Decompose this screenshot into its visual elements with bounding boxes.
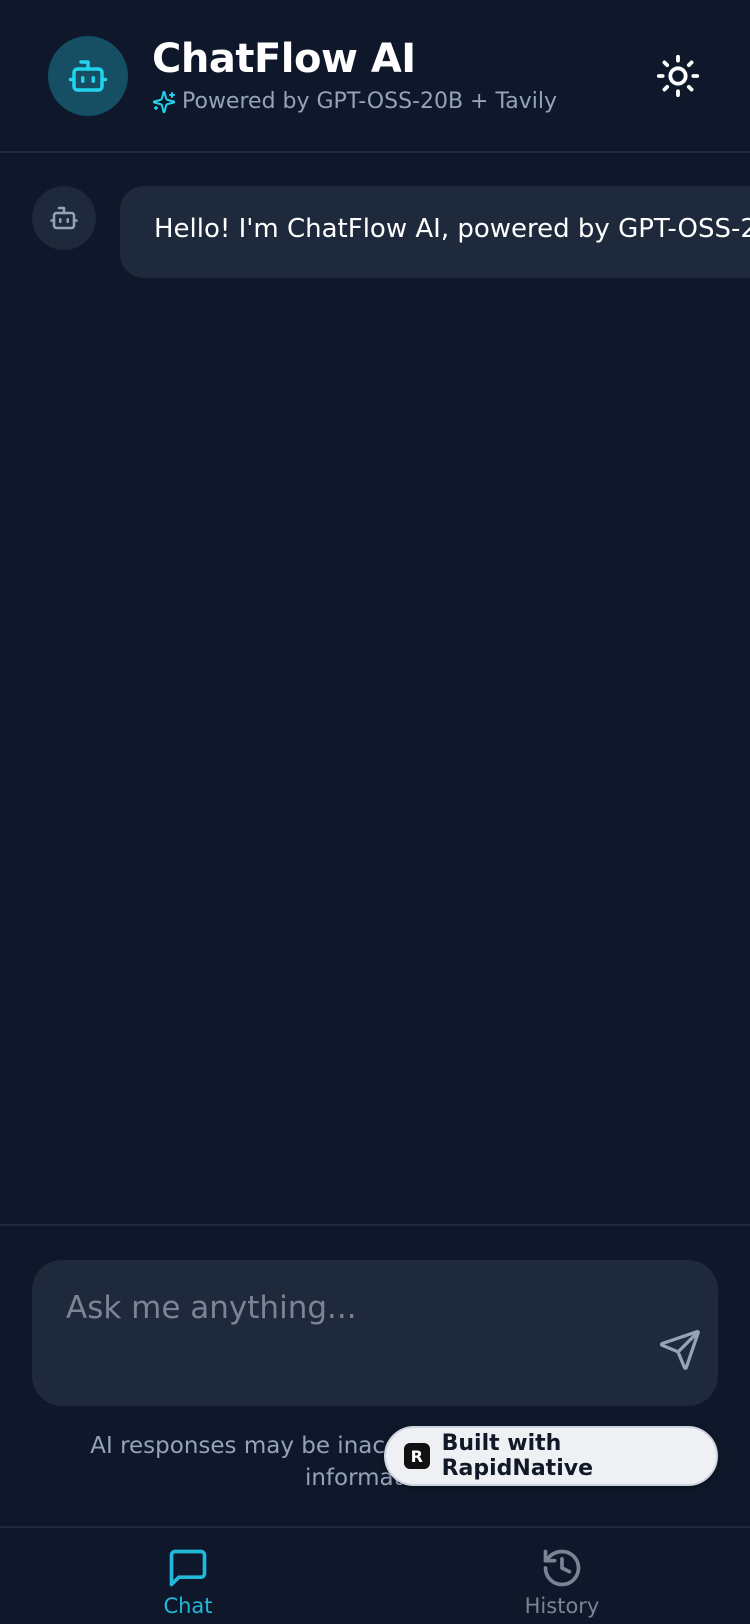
message-input-box[interactable] [32,1260,718,1406]
tab-history[interactable]: History [502,1546,622,1624]
sun-icon [656,54,700,98]
app-header: ChatFlow AI Powered by GPT-OSS-20B + Tav… [0,0,750,153]
message-list[interactable]: Hello! I'm ChatFlow AI, powered by GPT-O… [0,155,750,1225]
chat-bubble-icon [169,1549,207,1587]
chat-screen: ChatFlow AI Powered by GPT-OSS-20B + Tav… [0,0,750,1624]
subtitle-text: Powered by GPT-OSS-20B + Tavily [182,89,558,114]
message-input[interactable] [66,1280,606,1336]
send-button[interactable] [652,1322,708,1378]
send-icon [659,1330,700,1370]
composer: AI responses may be inaccurate. Verify i… [0,1224,750,1526]
theme-toggle-button[interactable] [652,50,704,102]
rapidnative-logo-icon: R [404,1443,430,1469]
sparkles-icon [152,90,176,113]
robot-icon [68,60,108,92]
app-subtitle: Powered by GPT-OSS-20B + Tavily [152,89,557,114]
tab-history-label: History [524,1594,600,1618]
assistant-avatar [32,186,96,250]
bottom-tab-bar: Chat History [0,1526,750,1624]
tab-chat-label: Chat [163,1594,213,1618]
robot-icon [50,206,78,230]
app-logo-avatar [48,36,128,116]
tab-chat[interactable]: Chat [128,1546,248,1624]
app-title: ChatFlow AI [152,36,416,82]
built-with-rapidnative-badge[interactable]: R Built with RapidNative [384,1426,718,1486]
assistant-message-bubble: Hello! I'm ChatFlow AI, powered by GPT-O… [120,186,750,278]
badge-label: Built with RapidNative [441,1431,593,1481]
history-icon [543,1549,581,1587]
